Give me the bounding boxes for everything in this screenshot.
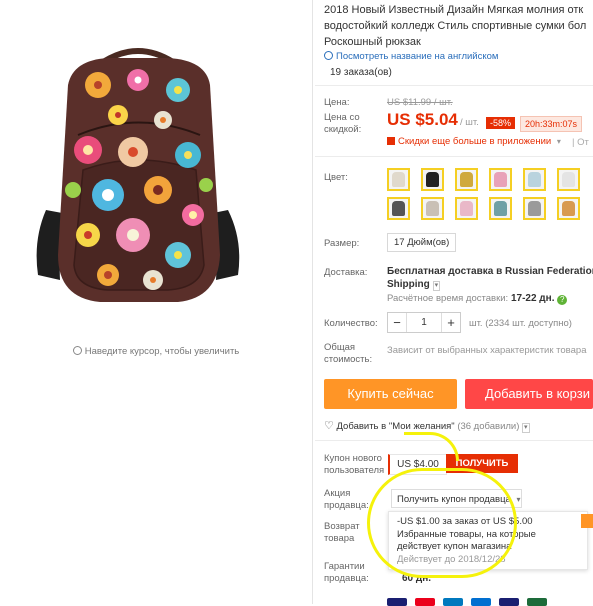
help-icon: ? xyxy=(557,295,568,305)
color-swatch[interactable] xyxy=(387,168,410,191)
add-to-cart-button[interactable]: Добавить в корзи xyxy=(465,379,593,409)
wishlist-link[interactable]: ♡ Добавить в "Мои желания" (36 добавили)… xyxy=(324,419,530,433)
chevron-down-icon: ▾ xyxy=(516,495,521,504)
backpack-thumb-icon xyxy=(426,201,439,216)
discount-badge: -58% xyxy=(486,117,516,129)
color-swatch[interactable] xyxy=(489,197,512,220)
color-swatch[interactable] xyxy=(523,168,546,191)
backpack-thumb-icon xyxy=(494,201,507,216)
coupon-claim-tab[interactable] xyxy=(581,514,593,528)
color-swatch[interactable] xyxy=(421,168,444,191)
backpack-thumb-icon xyxy=(494,172,507,187)
color-swatch[interactable] xyxy=(387,197,410,220)
separator xyxy=(315,440,593,441)
color-swatch[interactable] xyxy=(523,197,546,220)
price-label: Цена: xyxy=(324,97,350,108)
panel-divider xyxy=(312,0,313,604)
buy-now-button[interactable]: Купить сейчас xyxy=(324,379,457,409)
backpack-thumb-icon xyxy=(460,201,473,216)
translate-link-text: Посмотреть название на английском xyxy=(336,51,499,62)
heart-icon: ♡ xyxy=(324,420,334,432)
shipping-text: Бесплатная доставка в Russian Federation… xyxy=(387,266,593,277)
maestro-icon xyxy=(443,598,463,606)
size-label: Размер: xyxy=(324,238,360,249)
color-swatch[interactable] xyxy=(421,197,444,220)
wishlist-count: (36 добавили) xyxy=(457,421,520,432)
orders-count: 19 заказа(ов) xyxy=(330,67,392,78)
size-option[interactable]: 17 Дюйм(ов) xyxy=(387,233,457,252)
color-swatch[interactable] xyxy=(557,197,580,220)
wishlist-text: Добавить в "Мои желания" xyxy=(336,421,455,432)
quantity-label: Количество: xyxy=(324,318,378,329)
search-icon xyxy=(72,346,82,355)
old-price: US $11.99 / шт. xyxy=(387,97,453,108)
backpack-thumb-icon xyxy=(562,201,575,216)
more-label: От xyxy=(577,137,589,148)
quantity-input[interactable]: 1 xyxy=(406,313,442,332)
backpack-thumb-icon xyxy=(392,201,405,216)
color-swatch[interactable] xyxy=(489,168,512,191)
marker-stroke xyxy=(404,432,459,461)
color-swatch[interactable] xyxy=(557,168,580,191)
backpack-thumb-icon xyxy=(426,172,439,187)
gift-icon xyxy=(387,137,395,145)
title-line: Роскошный рюкзак xyxy=(324,36,421,48)
payment-methods xyxy=(387,598,547,606)
chevron-down-icon: ▾ xyxy=(432,281,441,291)
backpack-thumb-icon xyxy=(562,172,575,187)
shipping-free-text: Бесплатная доставка в Russian Federation… xyxy=(387,266,593,277)
eta-label: Расчётное время доставки: xyxy=(387,293,509,304)
delivery-eta: Расчётное время доставки: 17-22 дн. ? xyxy=(387,293,568,305)
new-user-coupon-label: Купон нового пользователя xyxy=(324,453,385,476)
title-line: водостойкий колледж Стиль спортивные сум… xyxy=(324,20,587,32)
zoom-hint: Наведите курсор, чтобы увеличить xyxy=(0,346,312,357)
shipping-label: Доставка: xyxy=(324,267,368,278)
webmoney-icon xyxy=(527,598,547,606)
translate-link[interactable]: Посмотреть название на английском xyxy=(324,51,498,62)
chevron-down-icon: ▾ xyxy=(522,423,530,433)
zoom-hint-text: Наведите курсор, чтобы увеличить xyxy=(84,346,240,357)
product-image[interactable] xyxy=(28,40,248,310)
backpack-thumb-icon xyxy=(460,172,473,187)
separator xyxy=(315,156,593,157)
total-text: Зависит от выбранных характеристик товар… xyxy=(387,345,587,356)
app-promo-link[interactable]: Скидки еще больше в приложении ▾ xyxy=(387,136,561,147)
visa-icon xyxy=(387,598,407,606)
total-label: Общая стоимость: xyxy=(324,342,373,365)
qiwi-icon xyxy=(499,598,519,606)
quantity-decrease-button[interactable]: − xyxy=(388,313,406,332)
guarantee-label: Гарантии продавца: xyxy=(324,561,369,584)
color-label: Цвет: xyxy=(324,172,348,183)
discount-price: US $5.04 xyxy=(387,110,458,129)
translate-icon xyxy=(324,51,333,60)
quantity-stepper: − 1 + xyxy=(387,312,461,333)
quantity-increase-button[interactable]: + xyxy=(442,313,460,332)
product-title: 2018 Новый Известный Дизайн Мягкая молни… xyxy=(324,2,593,50)
app-promo-text: Скидки еще больше в приложении xyxy=(398,136,552,147)
backpack-thumb-icon xyxy=(392,172,405,187)
separator xyxy=(315,85,593,86)
more-options-text[interactable]: | От xyxy=(572,137,589,148)
color-swatch[interactable] xyxy=(455,197,478,220)
backpack-thumb-icon xyxy=(528,201,541,216)
backpack-thumb-icon xyxy=(528,172,541,187)
price-unit: / шт. xyxy=(460,117,479,128)
countdown-timer: 20h:33m:07s xyxy=(520,116,583,132)
title-line: 2018 Новый Известный Дизайн Мягкая молни… xyxy=(324,4,584,16)
marker-highlight xyxy=(367,468,517,578)
color-swatch[interactable] xyxy=(455,168,478,191)
shipping-method-text: Shipping xyxy=(387,279,430,290)
eta-value: 17-22 дн. xyxy=(510,293,555,304)
discount-price-label: Цена со скидкой: xyxy=(324,112,362,135)
chevron-down-icon: ▾ xyxy=(556,137,561,146)
shipping-method[interactable]: Shipping ▾ xyxy=(387,279,441,291)
amex-icon xyxy=(471,598,491,606)
product-image-panel: Наведите курсор, чтобы увеличить xyxy=(0,0,312,604)
mastercard-icon xyxy=(415,598,435,606)
quantity-available: шт. (2334 шт. доступно) xyxy=(469,318,572,329)
